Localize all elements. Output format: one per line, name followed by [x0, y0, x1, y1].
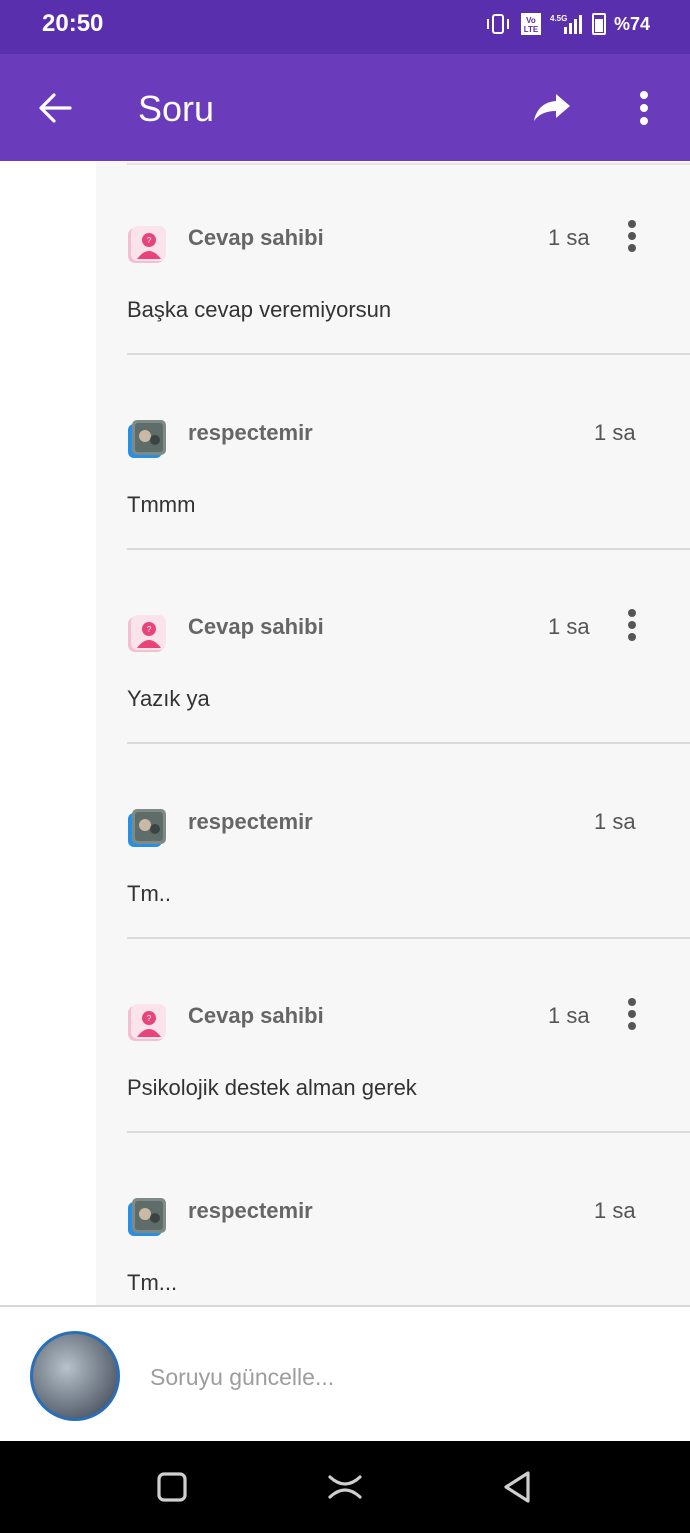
status-icons: Vo LTE 4.5G %74	[484, 10, 650, 38]
svg-text:LTE: LTE	[524, 25, 539, 34]
comment-thread: ? Cevap sahibi 1 sa Başka cevap veremiyorsu…	[96, 161, 690, 1305]
comment-item: respectemir 1 sa Tm...	[127, 1134, 690, 1306]
back-icon[interactable]	[498, 1467, 538, 1507]
share-icon[interactable]	[530, 88, 574, 128]
battery-percent: %74	[613, 13, 650, 34]
comment-text: Tm...	[127, 1269, 178, 1295]
comment-options-icon[interactable]	[625, 997, 639, 1031]
app-bar: Soru	[0, 54, 690, 161]
comment-options-icon[interactable]	[625, 219, 639, 253]
system-nav-bar	[0, 1441, 690, 1533]
my-avatar[interactable]	[30, 1331, 120, 1421]
comment-thread-area[interactable]: ? Cevap sahibi 1 sa Başka cevap veremiyorsu…	[0, 161, 690, 1305]
comment-text: Tm..	[127, 880, 171, 906]
volte-icon: VoLTE	[520, 13, 541, 35]
user-avatar-icon[interactable]	[127, 418, 167, 460]
status-time: 20:50	[42, 10, 104, 37]
comment-item: respectemir 1 sa Tm..	[127, 745, 690, 939]
svg-text:?: ?	[147, 625, 152, 634]
anonymous-owner-avatar-icon[interactable]: ?	[127, 612, 167, 654]
comment-text: Psikolojik destek alman gerek	[127, 1075, 417, 1100]
comment-author[interactable]: respectemir	[188, 1198, 313, 1224]
anonymous-owner-avatar-icon[interactable]: ?	[127, 1001, 167, 1043]
page-title: Soru	[138, 88, 215, 129]
svg-text:?: ?	[147, 1014, 152, 1023]
more-options-icon[interactable]	[630, 88, 658, 128]
back-arrow-icon[interactable]	[34, 88, 74, 128]
comment-item: respectemir 1 sa Tmmm	[127, 356, 690, 550]
home-icon[interactable]	[325, 1467, 365, 1507]
user-avatar-icon[interactable]	[127, 1196, 167, 1238]
user-avatar-icon[interactable]	[127, 807, 167, 849]
comment-author[interactable]: respectemir	[188, 809, 313, 835]
anonymous-owner-avatar-icon[interactable]: ?	[127, 223, 167, 265]
recents-icon[interactable]	[152, 1467, 192, 1507]
comment-time: 1 sa	[548, 1003, 590, 1028]
comment-time: 1 sa	[548, 614, 590, 639]
svg-text:?: ?	[147, 236, 152, 245]
comment-item: ? Cevap sahibi 1 sa Yazık ya	[127, 550, 690, 744]
comment-time: 1 sa	[594, 419, 636, 445]
comment-text: Yazık ya	[127, 686, 210, 711]
update-question-input[interactable]: Soruyu güncelle...	[150, 1364, 334, 1391]
update-question-bar: Soruyu güncelle...	[0, 1305, 690, 1441]
status-bar: 20:50 Vo LTE 4.5G %74	[0, 0, 690, 54]
svg-text:4.5G: 4.5G	[550, 14, 567, 23]
comment-author[interactable]: Cevap sahibi	[188, 614, 324, 640]
svg-text:Vo: Vo	[526, 16, 536, 25]
battery-icon	[591, 13, 606, 35]
comment-item: ? Cevap sahibi 1 sa Başka cevap veremiyorsu…	[127, 161, 690, 355]
signal-icon: 4.5G	[550, 14, 582, 34]
comment-time: 1 sa	[594, 808, 636, 834]
comment-text: Tmmm	[127, 491, 196, 517]
comment-author[interactable]: Cevap sahibi	[188, 1003, 324, 1029]
comment-time: 1 sa	[594, 1197, 636, 1223]
comment-author[interactable]: Cevap sahibi	[188, 225, 324, 251]
comment-text: Başka cevap veremiyorsun	[127, 297, 392, 322]
comment-time: 1 sa	[548, 225, 590, 250]
comment-author[interactable]: respectemir	[188, 420, 313, 446]
comment-item: ? Cevap sahibi 1 sa Psikolojik destek alman…	[127, 939, 690, 1133]
vibrate-icon	[486, 14, 509, 34]
comment-options-icon[interactable]	[625, 608, 639, 642]
